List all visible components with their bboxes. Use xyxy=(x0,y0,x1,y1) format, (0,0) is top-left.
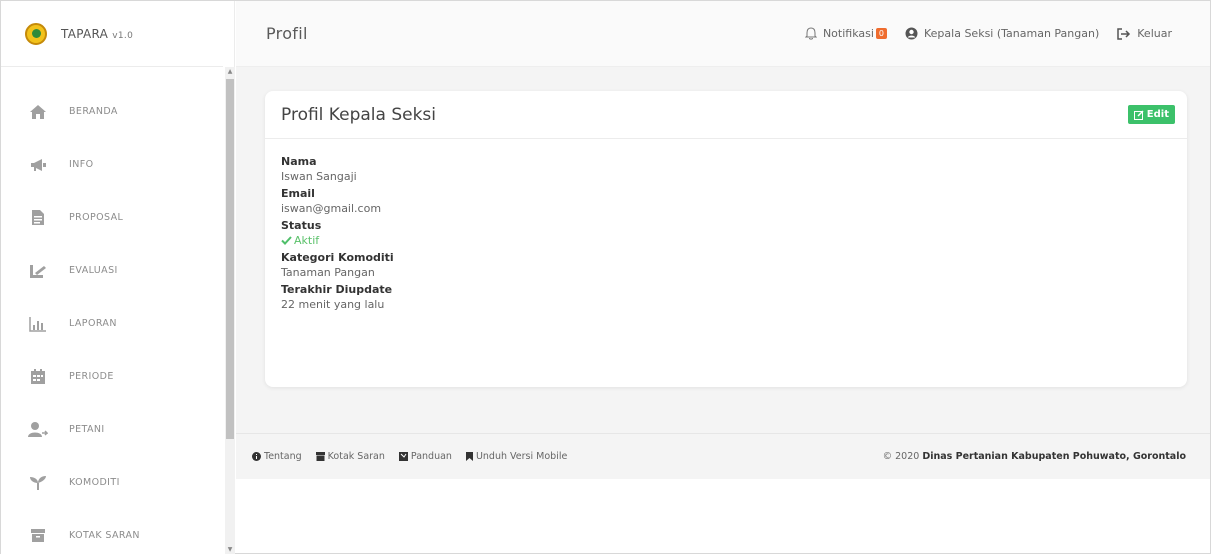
sidebar-item-beranda[interactable]: BERANDA xyxy=(1,85,223,138)
field-label-email: Email xyxy=(281,187,315,200)
brand-title: TAPARA xyxy=(61,26,109,41)
footer-link-label: Kotak Saran xyxy=(327,451,385,462)
sidebar-item-label: PETANI xyxy=(69,424,105,435)
field-value-kategori: Tanaman Pangan xyxy=(281,266,375,279)
edit-button[interactable]: Edit xyxy=(1127,105,1175,124)
field-label-nama: Nama xyxy=(281,155,317,168)
inbox-icon xyxy=(315,452,325,461)
main-content: Profil Kepala Seksi Edit Nama Iswan Sang… xyxy=(236,67,1210,433)
footer-link-tentang[interactable]: Tentang xyxy=(252,451,302,462)
inbox-icon xyxy=(28,526,48,546)
user-menu[interactable]: Kepala Seksi (Tanaman Pangan) xyxy=(905,27,1099,40)
sidebar-item-label: EVALUASI xyxy=(69,265,118,276)
sidebar-item-label: BERANDA xyxy=(69,106,118,117)
brand-name: TAPARA v1.0 xyxy=(61,27,133,41)
card-body: Nama Iswan Sangaji Email iswan@gmail.com… xyxy=(265,139,1187,325)
sidebar-item-label: KOMODITI xyxy=(69,477,120,488)
field-value-updated: 22 menit yang lalu xyxy=(281,298,385,311)
notification-button[interactable]: Notifikasi 0 xyxy=(804,27,887,40)
bar-chart-icon xyxy=(28,314,48,334)
card-header: Profil Kepala Seksi Edit xyxy=(265,91,1187,139)
scroll-down-icon[interactable]: ▼ xyxy=(226,546,234,554)
sidebar-item-evaluasi[interactable]: EVALUASI xyxy=(1,244,223,297)
sidebar-item-label: INFO xyxy=(69,159,94,170)
edit-label: Edit xyxy=(1146,109,1169,120)
sidebar-item-komoditi[interactable]: KOMODITI xyxy=(1,456,223,509)
user-label: Kepala Seksi (Tanaman Pangan) xyxy=(924,27,1100,40)
logo-icon xyxy=(25,22,47,45)
info-icon xyxy=(252,452,261,461)
evaluation-icon xyxy=(28,261,48,281)
footer: Tentang Kotak Saran Panduan Unduh Versi … xyxy=(236,433,1210,479)
bookmark-icon xyxy=(465,452,473,461)
sidebar-item-label: KOTAK SARAN xyxy=(69,530,140,541)
scroll-up-icon[interactable]: ▲ xyxy=(226,68,234,76)
brand-version: v1.0 xyxy=(112,30,134,41)
sidebar-item-label: PERIODE xyxy=(69,371,114,382)
sidebar-item-petani[interactable]: PETANI xyxy=(1,403,223,456)
sidebar-item-periode[interactable]: PERIODE xyxy=(1,350,223,403)
profile-card: Profil Kepala Seksi Edit Nama Iswan Sang… xyxy=(265,91,1187,387)
users-icon xyxy=(28,420,48,440)
home-icon xyxy=(28,102,48,122)
check-icon xyxy=(281,236,292,245)
file-icon xyxy=(28,208,48,228)
bell-icon xyxy=(804,27,817,40)
sidebar: TAPARA v1.0 BERANDA INFO PROPOSAL EVALUA… xyxy=(1,1,235,554)
top-bar: Profil Notifikasi 0 Kepala Seksi (Tanama… xyxy=(236,1,1210,67)
notification-count-badge: 0 xyxy=(875,28,887,39)
sidebar-item-info[interactable]: INFO xyxy=(1,138,223,191)
user-circle-icon xyxy=(905,27,918,40)
footer-link-label: Unduh Versi Mobile xyxy=(475,451,568,462)
field-label-status: Status xyxy=(281,219,322,232)
calendar-icon xyxy=(28,367,48,387)
footer-link-panduan[interactable]: Panduan xyxy=(398,451,452,462)
sidebar-scrollbar[interactable]: ▲ ▼ xyxy=(225,67,235,554)
field-value-email: iswan@gmail.com xyxy=(281,202,382,215)
scrollbar-thumb[interactable] xyxy=(226,79,234,439)
edit-icon xyxy=(1133,109,1144,120)
footer-link-kotak-saran[interactable]: Kotak Saran xyxy=(315,451,385,462)
footer-links: Tentang Kotak Saran Panduan Unduh Versi … xyxy=(252,451,581,462)
sidebar-item-laporan[interactable]: LAPORAN xyxy=(1,297,223,350)
sign-out-icon xyxy=(1117,27,1131,40)
card-title: Profil Kepala Seksi xyxy=(281,104,436,125)
status-text: Aktif xyxy=(294,234,320,247)
sidebar-item-proposal[interactable]: PROPOSAL xyxy=(1,191,223,244)
sidebar-item-kotak-saran[interactable]: KOTAK SARAN xyxy=(1,509,223,554)
sidebar-menu: BERANDA INFO PROPOSAL EVALUASI LAPORAN P… xyxy=(1,85,223,554)
footer-link-label: Tentang xyxy=(264,451,302,462)
footer-link-unduh[interactable]: Unduh Versi Mobile xyxy=(465,451,568,462)
footer-link-label: Panduan xyxy=(410,451,452,462)
field-label-updated: Terakhir Diupdate xyxy=(281,283,393,296)
field-value-nama: Iswan Sangaji xyxy=(281,170,357,183)
top-right-nav: Notifikasi 0 Kepala Seksi (Tanaman Panga… xyxy=(787,27,1172,40)
field-label-kategori: Kategori Komoditi xyxy=(281,251,394,264)
notification-label: Notifikasi xyxy=(822,27,874,40)
sprout-icon xyxy=(28,473,48,493)
copyright-org: Dinas Pertanian Kabupaten Pohuwato, Goro… xyxy=(922,451,1186,462)
megaphone-icon xyxy=(28,155,48,175)
book-icon xyxy=(398,452,408,461)
copyright: © 2020 Dinas Pertanian Kabupaten Pohuwat… xyxy=(883,451,1186,462)
logout-label: Keluar xyxy=(1137,27,1172,40)
field-value-status: Aktif xyxy=(281,234,1171,247)
copyright-prefix: © 2020 xyxy=(882,451,920,462)
brand[interactable]: TAPARA v1.0 xyxy=(1,1,223,67)
sidebar-item-label: LAPORAN xyxy=(69,318,117,329)
logout-button[interactable]: Keluar xyxy=(1117,27,1172,40)
page-title: Profil xyxy=(266,24,308,43)
sidebar-item-label: PROPOSAL xyxy=(69,212,124,223)
